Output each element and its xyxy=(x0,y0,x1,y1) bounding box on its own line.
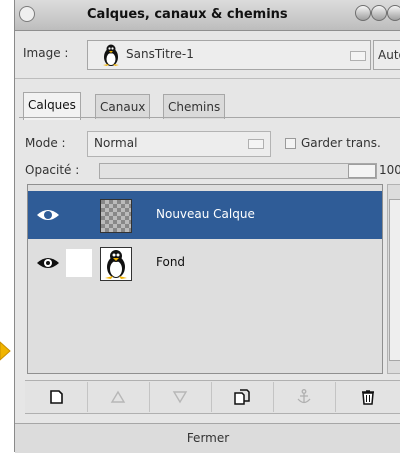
anchor-layer-icon xyxy=(297,389,311,404)
layer-toolbar xyxy=(25,380,400,414)
layer-name: Fond xyxy=(156,255,186,269)
image-label: Image : xyxy=(23,46,69,60)
title-bar[interactable]: Calques, canaux & chemins xyxy=(15,0,400,31)
keep-transparency-label: Garder trans. xyxy=(301,136,381,150)
tab-canaux[interactable]: Canaux xyxy=(95,94,151,119)
mode-value: Normal xyxy=(94,136,138,150)
layers-dialog: Calques, canaux & chemins Image : SansTi… xyxy=(14,0,400,453)
layer-mask-box xyxy=(66,249,92,277)
penguin-icon xyxy=(105,250,127,279)
pointer-marker-icon xyxy=(0,341,11,361)
window-title: Calques, canaux & chemins xyxy=(87,7,288,22)
tab-calques[interactable]: Calques xyxy=(23,92,81,120)
layer-row-nouveau-calque[interactable]: Nouveau Calque xyxy=(28,191,382,239)
minimize-icon[interactable] xyxy=(371,5,387,21)
layer-list-scrollbar[interactable] xyxy=(387,184,400,374)
raise-layer-icon xyxy=(110,390,126,403)
raise-layer-button[interactable] xyxy=(87,382,150,412)
new-layer-button[interactable] xyxy=(25,382,88,412)
eye-visibility-icon[interactable] xyxy=(36,207,60,223)
tab-chemins[interactable]: Chemins xyxy=(163,94,226,119)
opacity-slider[interactable] xyxy=(99,163,377,179)
image-selector[interactable]: SansTitre-1 xyxy=(87,40,371,70)
auto-button[interactable]: Auto xyxy=(373,40,400,70)
new-layer-icon xyxy=(50,390,63,404)
anchor-layer-button[interactable] xyxy=(273,382,336,412)
penguin-thumbnail xyxy=(100,247,132,281)
dropdown-arrow-icon[interactable] xyxy=(248,139,264,149)
opacity-value: 100.0 xyxy=(379,163,400,177)
eye-visibility-icon[interactable] xyxy=(36,255,60,271)
delete-layer-icon xyxy=(362,390,374,405)
delete-layer-button[interactable] xyxy=(335,382,400,412)
image-name: SansTitre-1 xyxy=(126,47,194,61)
lower-layer-icon xyxy=(172,391,188,404)
keep-transparency-checkbox[interactable] xyxy=(285,138,296,149)
layer-row-fond[interactable]: Fond xyxy=(28,239,382,287)
duplicate-layer-button[interactable] xyxy=(211,382,274,412)
checkerboard-thumbnail xyxy=(100,199,132,233)
image-row: Image : SansTitre-1 Auto xyxy=(15,32,400,79)
layer-name: Nouveau Calque xyxy=(156,207,255,221)
shade-icon[interactable] xyxy=(355,5,371,21)
mode-selector[interactable]: Normal xyxy=(87,131,271,157)
close-icon[interactable] xyxy=(387,5,400,21)
dropdown-arrow-icon[interactable] xyxy=(350,51,366,61)
window-menu-icon[interactable] xyxy=(19,6,35,22)
lower-layer-button[interactable] xyxy=(149,382,212,412)
opacity-label: Opacité : xyxy=(25,163,80,177)
mode-label: Mode : xyxy=(25,136,66,150)
opacity-slider-thumb[interactable] xyxy=(348,164,376,178)
tab-divider xyxy=(19,117,400,118)
layer-list[interactable]: Nouveau Calque Fond xyxy=(27,184,383,374)
penguin-icon xyxy=(103,44,119,66)
close-button[interactable]: Fermer xyxy=(15,423,400,453)
duplicate-layer-icon xyxy=(234,389,250,405)
scrollbar-thumb[interactable] xyxy=(389,199,400,361)
